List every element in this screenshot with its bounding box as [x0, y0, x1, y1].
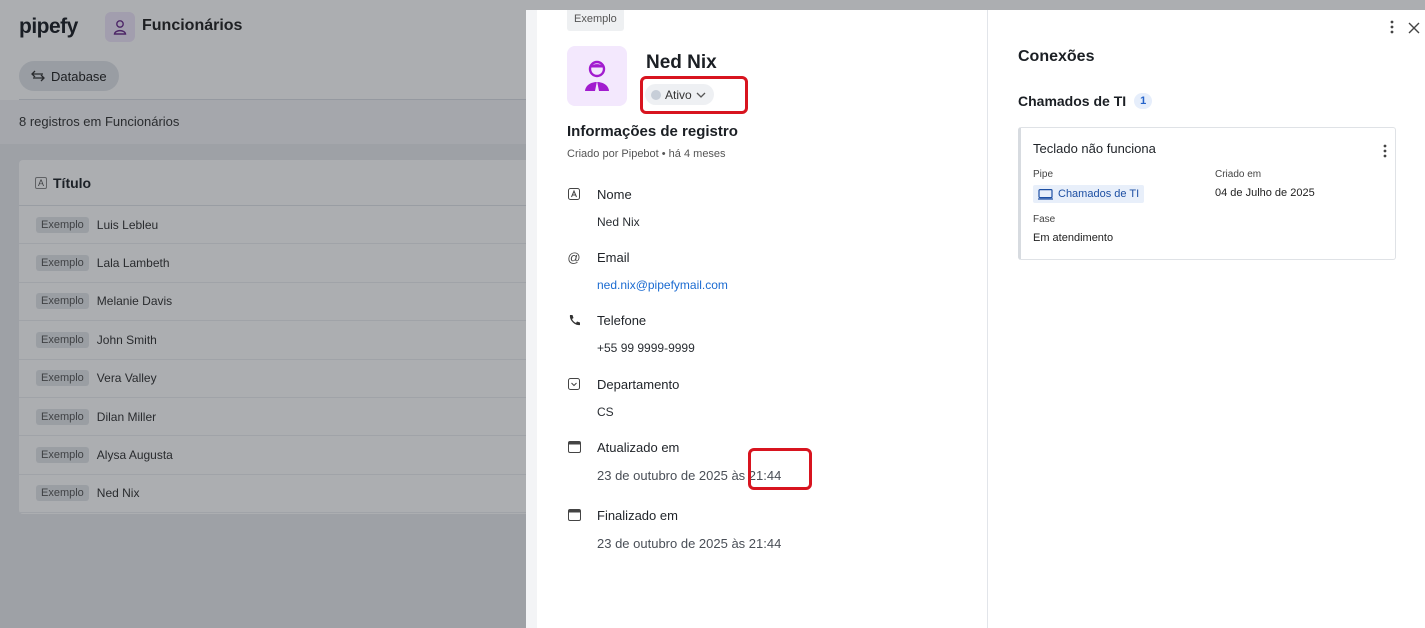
modal-edge — [526, 10, 537, 628]
pipe-chip[interactable]: Chamados de TI — [1033, 185, 1145, 203]
avatar — [567, 46, 627, 106]
email-link[interactable]: ned.nix@pipefymail.com — [597, 278, 987, 292]
section-title: Informações de registro — [567, 123, 738, 140]
field-nome: Nome Ned Nix — [567, 185, 987, 229]
connection-count-badge: 1 — [1134, 93, 1153, 109]
card-phase-value: Em atendimento — [1033, 232, 1114, 244]
connection-group-label: Chamados de TI — [1018, 93, 1127, 109]
text-field-icon — [567, 187, 581, 201]
record-name: Ned Nix — [646, 52, 717, 73]
more-options-icon[interactable] — [1390, 20, 1394, 39]
field-telefone: Telefone +55 99 9999-9999 — [567, 311, 987, 355]
field-value[interactable]: CS — [597, 405, 987, 419]
at-sign-icon: @ — [567, 249, 581, 265]
card-more-icon[interactable] — [1383, 144, 1387, 163]
field-label: Finalizado em — [597, 507, 678, 523]
field-label: Nome — [597, 186, 632, 202]
section-subtitle: Criado por Pipebot • há 4 meses — [567, 148, 726, 160]
record-modal: Exemplo Ned Nix Ativo Informações de reg… — [526, 10, 1425, 628]
pipe-chip-label: Chamados de TI — [1058, 188, 1140, 200]
record-tag: Exemplo — [567, 10, 624, 31]
field-value[interactable]: Ned Nix — [597, 215, 987, 229]
field-value[interactable]: +55 99 9999-9999 — [597, 341, 987, 355]
close-icon[interactable] — [1408, 21, 1420, 39]
field-label: Atualizado em — [597, 439, 680, 455]
field-label: Departamento — [597, 376, 680, 392]
phone-icon — [567, 313, 581, 327]
card-created-label: Criado em — [1215, 169, 1262, 180]
card-pipe-label: Pipe — [1033, 169, 1054, 180]
field-departamento: Departamento CS — [567, 375, 987, 419]
field-label: Email — [597, 249, 630, 265]
card-title: Teclado não funciona — [1033, 141, 1156, 156]
card-phase-label: Fase — [1033, 214, 1056, 225]
field-finalizado: Finalizado em 23 de outubro de 2025 às 2… — [567, 506, 987, 551]
panel-divider — [987, 10, 988, 628]
connection-group-title[interactable]: Chamados de TI 1 — [1018, 93, 1153, 109]
connection-card[interactable]: Teclado não funciona Pipe Chamados de TI… — [1018, 127, 1396, 260]
field-email: @ Email ned.nix@pipefymail.com — [567, 248, 987, 293]
select-field-icon — [567, 377, 581, 391]
calendar-icon — [567, 440, 581, 454]
person-icon — [585, 60, 609, 91]
connections-title: Conexões — [1018, 48, 1095, 65]
annotation-highlight — [640, 76, 748, 114]
pipe-icon — [1038, 188, 1053, 200]
modal-actions — [1390, 20, 1425, 39]
field-value[interactable]: 23 de outubro de 2025 às 21:44 — [597, 536, 987, 551]
annotation-highlight — [748, 448, 812, 490]
calendar-icon — [567, 508, 581, 522]
card-created-value: 04 de Julho de 2025 — [1215, 187, 1315, 199]
field-label: Telefone — [597, 312, 647, 328]
